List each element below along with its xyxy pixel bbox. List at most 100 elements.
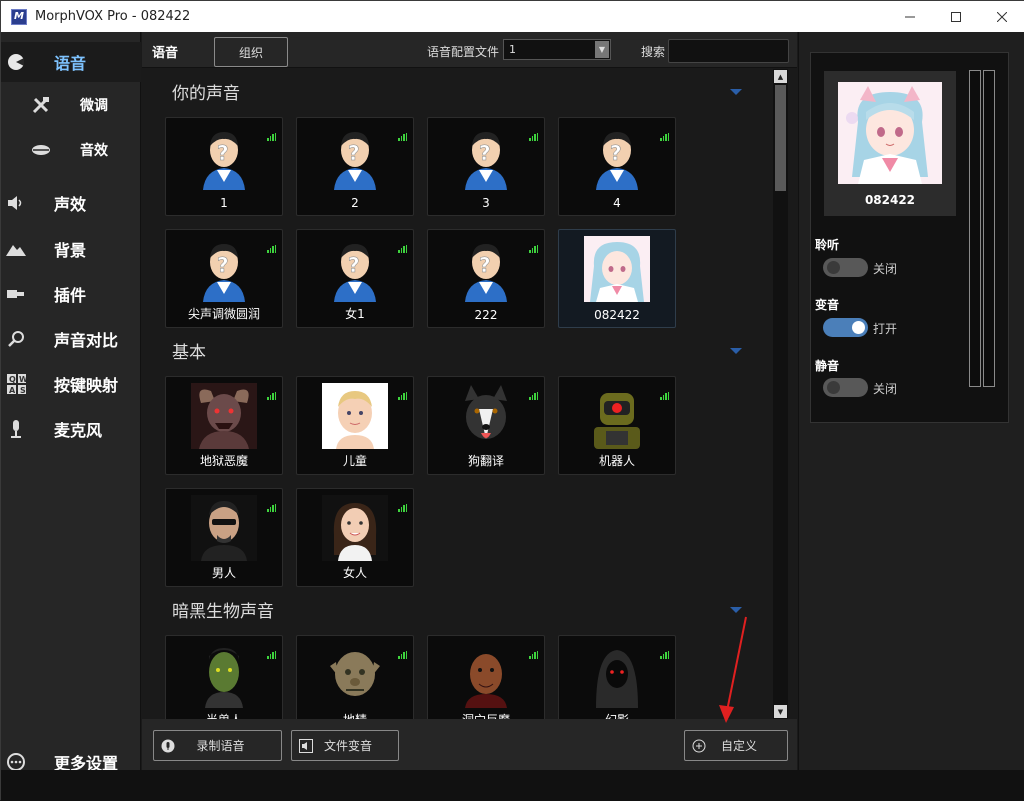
voice-tile[interactable]: 机器人 [558, 376, 676, 475]
sidebar-item-background[interactable]: 背景 [1, 229, 141, 269]
mountain-icon [6, 239, 26, 259]
search-label: 搜索 [641, 45, 666, 59]
speaker-icon [298, 738, 314, 754]
voice-name: 1 [220, 196, 228, 210]
voice-profile-value: 1 [509, 43, 516, 56]
voice-tile[interactable]: ? 1 [165, 117, 283, 216]
anime-avatar [838, 82, 942, 184]
status-strip [1, 770, 1024, 801]
voice-tile[interactable]: ? 222 [427, 229, 545, 328]
voice-name: 机器人 [598, 454, 635, 468]
sidebar-item-label: 微调 [80, 98, 108, 114]
voice-name: 222 [474, 308, 498, 322]
sidebar-item-compare[interactable]: 声音对比 [1, 319, 141, 359]
search-input[interactable] [668, 39, 789, 63]
signal-icon [398, 392, 407, 400]
sidebar-item-label: 插件 [54, 286, 87, 305]
section-header[interactable]: 基本 [152, 328, 752, 368]
svg-text:?: ? [217, 141, 229, 165]
mute-toggle[interactable] [823, 378, 868, 397]
maximize-button[interactable] [933, 1, 979, 32]
app-window: M MorphVOX Pro - 082422 语音 微调 音效 声效 背景 插… [0, 0, 1024, 801]
voice-portrait [322, 495, 388, 561]
signal-icon [529, 133, 538, 141]
close-button[interactable] [979, 1, 1024, 32]
voice-name: 2 [351, 196, 359, 210]
sidebar-item-sound-effects[interactable]: 声效 [1, 183, 141, 223]
sidebar-item-plugins[interactable]: 插件 [1, 274, 141, 314]
chevron-down-icon: ▼ [595, 41, 609, 58]
svg-text:Q: Q [9, 375, 16, 384]
signal-icon [267, 245, 276, 253]
listen-toggle[interactable] [823, 258, 868, 277]
organize-button[interactable]: 组织 [214, 37, 288, 67]
voice-tile[interactable]: 男人 [165, 488, 283, 587]
toggle-knob [827, 261, 840, 274]
lips-icon [31, 140, 51, 160]
chevron-down-icon[interactable] [730, 607, 742, 613]
chevron-down-icon[interactable] [730, 348, 742, 354]
svg-text:?: ? [217, 253, 229, 277]
voice-name: 女人 [342, 566, 367, 580]
sidebar-item-microphone[interactable]: 麦克风 [1, 409, 141, 449]
scroll-down-button[interactable]: ▼ [774, 705, 787, 718]
custom-voice-button[interactable]: 自定义 [684, 730, 788, 761]
section-title: 基本 [172, 343, 206, 363]
mute-label: 静音 [815, 359, 840, 373]
voice-actions-bar: 录制语音 文件变音 自定义 [142, 719, 797, 770]
voice-tile[interactable]: ? 2 [296, 117, 414, 216]
signal-icon [529, 245, 538, 253]
svg-text:W: W [19, 375, 26, 384]
sidebar-item-voice[interactable]: 语音 [1, 42, 141, 82]
record-voice-button[interactable]: 录制语音 [153, 730, 282, 761]
scroll-thumb[interactable] [775, 85, 786, 191]
voice-tile[interactable]: ? 尖声调微圆润 [165, 229, 283, 328]
voice-portrait [322, 642, 388, 708]
voice-tile[interactable]: 洞穴巨魔 [427, 635, 545, 719]
signal-icon [660, 392, 669, 400]
voice-tile[interactable]: 082422 [558, 229, 676, 328]
voice-tile[interactable]: 狗翻译 [427, 376, 545, 475]
voice-tile[interactable]: 幻影 [558, 635, 676, 719]
voice-name: 082422 [594, 308, 640, 322]
microphone-icon [160, 738, 176, 754]
morph-toggle[interactable] [823, 318, 868, 337]
voice-name: 女1 [345, 307, 365, 321]
signal-icon [398, 504, 407, 512]
voice-name: 狗翻译 [467, 454, 504, 468]
add-circle-icon [691, 738, 707, 754]
speaker-icon [6, 193, 26, 213]
voice-tile[interactable]: 地狱恶魔 [165, 376, 283, 475]
maximize-icon [951, 11, 961, 22]
voice-portrait [191, 383, 257, 449]
voice-list-scrollbar[interactable]: ▲ ▼ [773, 69, 788, 719]
voice-tile[interactable]: 半兽人 [165, 635, 283, 719]
voice-tile[interactable]: 女人 [296, 488, 414, 587]
minimize-button[interactable] [887, 1, 933, 32]
sidebar-item-effects[interactable]: 音效 [1, 130, 141, 170]
scroll-up-button[interactable]: ▲ [774, 70, 787, 83]
section-title: 暗黑生物声音 [172, 602, 274, 622]
voice-tile[interactable]: ? 女1 [296, 229, 414, 328]
svg-text:?: ? [479, 253, 491, 277]
toggle-knob [852, 321, 865, 334]
voice-tile[interactable]: ? 3 [427, 117, 545, 216]
more-icon [6, 752, 26, 772]
chevron-down-icon[interactable] [730, 89, 742, 95]
voice-tile[interactable]: 儿童 [296, 376, 414, 475]
section-header[interactable]: 你的声音 [152, 69, 752, 109]
sidebar-item-keymap[interactable]: QWAS 按键映射 [1, 364, 141, 404]
section-header[interactable]: 暗黑生物声音 [152, 587, 752, 627]
voice-icon [6, 52, 26, 72]
sidebar-item-tweak[interactable]: 微调 [1, 85, 141, 125]
voice-profile-select[interactable]: 1 ▼ [503, 39, 611, 60]
sidebar-item-label: 声效 [54, 195, 87, 214]
window-title: MorphVOX Pro - 082422 [35, 9, 191, 24]
voice-toolbar: 语音 组织 语音配置文件 1 ▼ 搜索 [142, 32, 797, 68]
voice-tile[interactable]: 地精 [296, 635, 414, 719]
file-morph-button[interactable]: 文件变音 [291, 730, 399, 761]
title-bar: M MorphVOX Pro - 082422 [1, 1, 1024, 32]
voice-name: 地狱恶魔 [199, 454, 248, 468]
voice-portrait [322, 383, 388, 449]
voice-tile[interactable]: ? 4 [558, 117, 676, 216]
